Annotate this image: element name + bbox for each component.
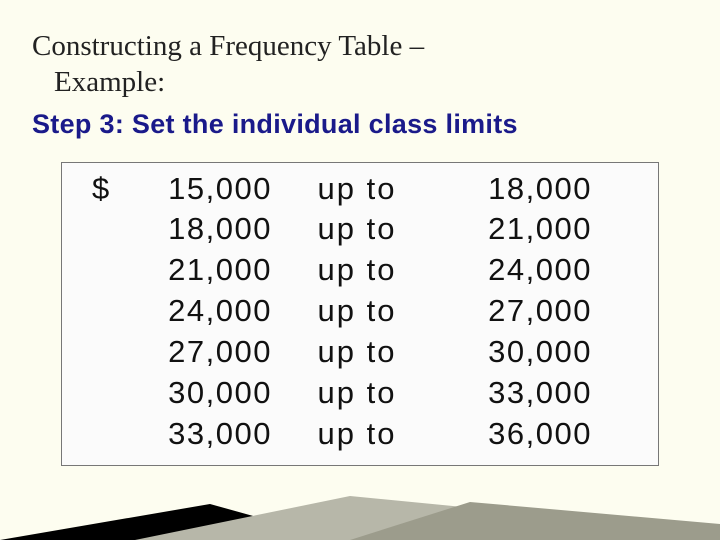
connector-text: up to xyxy=(272,373,442,414)
connector-text: up to xyxy=(272,291,442,332)
lower-limit: 30,000 xyxy=(122,373,272,414)
connector-text: up to xyxy=(272,414,442,455)
title-line-1: Constructing a Frequency Table – xyxy=(32,30,424,62)
lower-limit: 21,000 xyxy=(122,250,272,291)
upper-limit: 18,000 xyxy=(442,169,592,210)
class-limits-figure: $15,000up to18,00018,000up to21,00021,00… xyxy=(61,162,659,466)
step-heading: Step 3: Set the individual class limits xyxy=(32,109,688,140)
class-limit-row: 24,000up to27,000 xyxy=(92,291,628,332)
class-limits-list: $15,000up to18,00018,000up to21,00021,00… xyxy=(62,169,658,455)
title-line-2: Example: xyxy=(32,64,688,100)
class-limit-row: 27,000up to30,000 xyxy=(92,332,628,373)
lower-limit: 33,000 xyxy=(122,414,272,455)
lower-limit: 18,000 xyxy=(122,209,272,250)
upper-limit: 33,000 xyxy=(442,373,592,414)
connector-text: up to xyxy=(272,169,442,210)
class-limit-row: $15,000up to18,000 xyxy=(92,169,628,210)
slide-decoration xyxy=(0,460,720,540)
upper-limit: 36,000 xyxy=(442,414,592,455)
lower-limit: 15,000 xyxy=(122,169,272,210)
class-limit-row: 33,000up to36,000 xyxy=(92,414,628,455)
lower-limit: 27,000 xyxy=(122,332,272,373)
connector-text: up to xyxy=(272,209,442,250)
class-limit-row: 18,000up to21,000 xyxy=(92,209,628,250)
upper-limit: 30,000 xyxy=(442,332,592,373)
class-limit-row: 21,000up to24,000 xyxy=(92,250,628,291)
upper-limit: 21,000 xyxy=(442,209,592,250)
connector-text: up to xyxy=(272,332,442,373)
upper-limit: 27,000 xyxy=(442,291,592,332)
slide-title: Constructing a Frequency Table – Example… xyxy=(32,28,688,101)
slide: Constructing a Frequency Table – Example… xyxy=(0,0,720,540)
lower-limit: 24,000 xyxy=(122,291,272,332)
upper-limit: 24,000 xyxy=(442,250,592,291)
class-limit-row: 30,000up to33,000 xyxy=(92,373,628,414)
connector-text: up to xyxy=(272,250,442,291)
currency-prefix: $ xyxy=(92,169,122,210)
